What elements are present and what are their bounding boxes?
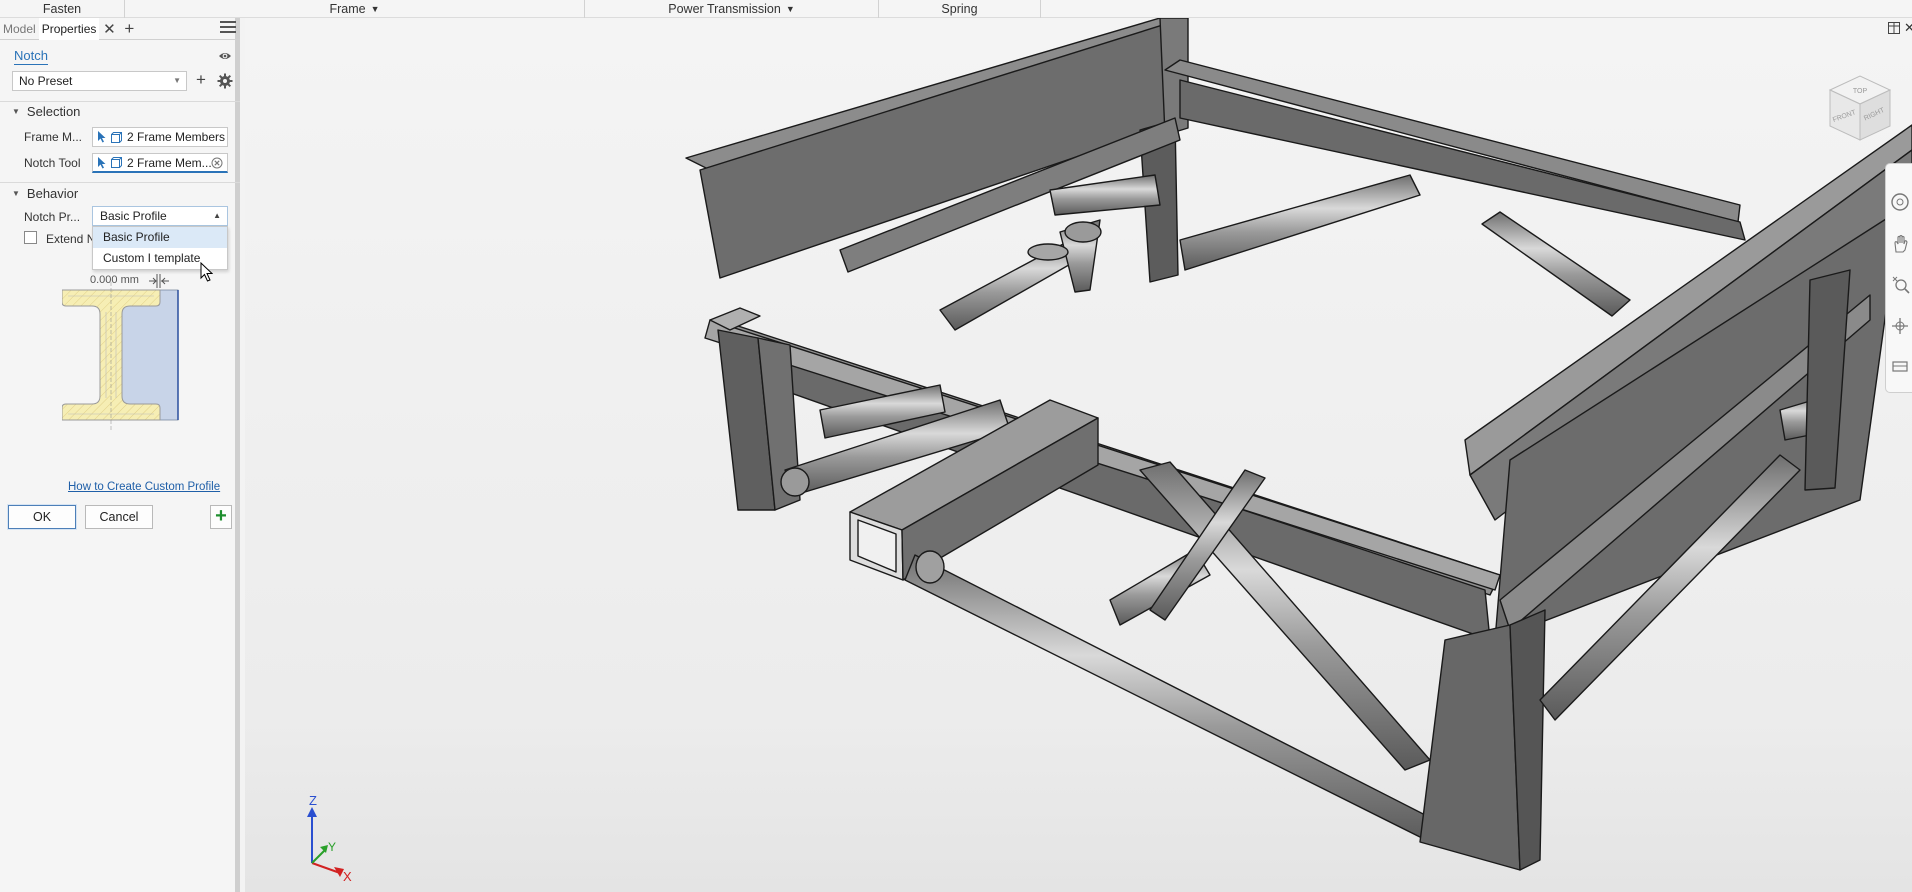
frame-model[interactable] [245,18,1912,892]
notch-profile-dropdown[interactable]: Basic Profile ▲ [92,206,228,226]
orbit-icon[interactable] [1890,316,1910,336]
view-cube-top-label: TOP [1853,88,1868,95]
axis-triad: Z Y X [307,795,352,884]
option-basic-profile[interactable]: Basic Profile [93,227,227,248]
add-preset-icon[interactable]: + [193,71,209,91]
ribbon-group-frame-label: Frame [329,2,366,16]
add-tab-icon[interactable]: + [119,19,139,39]
mouse-cursor-icon [200,262,213,282]
frame-members-selector[interactable]: 2 Frame Members [92,127,228,147]
select-arrow-icon [98,131,106,143]
tab-properties[interactable]: Properties [38,17,100,40]
notch-tool-label: Notch Tool [24,156,81,170]
extend-notch-label: Extend Notch [46,232,92,246]
split-view-icon[interactable] [1888,22,1900,34]
section-selection-label: Selection [26,103,81,119]
close-icon[interactable]: ✕ [99,20,119,38]
steering-wheel-icon[interactable] [1890,192,1910,212]
hamburger-icon[interactable] [220,21,236,35]
chevron-down-icon: ▼ [173,76,181,85]
look-at-icon[interactable] [1890,356,1910,376]
properties-panel: Model Properties ✕ + Notch No Preset ▼ +… [0,17,240,892]
command-name[interactable]: Notch [14,48,48,65]
notch-tool-selector[interactable]: 2 Frame Mem... [92,153,228,173]
frame-members-label: Frame M... [24,130,83,144]
view-cube-icon[interactable]: TOP FRONT RIGHT [1820,68,1900,148]
frame-members-value: 2 Frame Members [127,130,226,144]
chevron-up-icon: ▲ [213,211,221,220]
navigation-bar [1885,163,1912,393]
help-custom-profile-link[interactable]: How to Create Custom Profile [68,481,220,493]
notch-tool-value: 2 Frame Mem... [127,155,212,170]
apply-add-button[interactable]: + [210,505,232,529]
preset-value: No Preset [19,74,73,88]
axis-x-label: X [343,869,352,884]
axis-z-label: Z [309,795,317,808]
frame-cube-icon [111,157,122,168]
ribbon-group-frame[interactable]: Frame ▼ [125,0,585,18]
collapse-triangle-icon: ▼ [12,106,20,116]
notch-profile-preview [62,282,179,430]
collapse-triangle-icon: ▼ [12,188,20,198]
browser-tabs: Model Properties ✕ + [0,17,240,40]
ribbon-group-fasten[interactable]: Fasten [0,0,125,18]
ribbon-group-power-transmission-label: Power Transmission [668,2,781,16]
ribbon: Fasten Frame ▼ Power Transmission ▼ Spri… [0,0,1912,18]
pan-icon[interactable] [1890,234,1910,254]
gear-icon[interactable] [217,73,233,89]
section-behavior-label: Behavior [26,185,79,201]
notch-profile-value: Basic Profile [100,209,167,223]
cancel-button[interactable]: Cancel [85,505,153,529]
eye-icon[interactable] [218,50,232,62]
ribbon-group-spring-label: Spring [941,2,978,16]
select-arrow-icon [98,156,106,168]
chevron-down-icon: ▼ [370,4,380,14]
divider [0,182,240,183]
notch-profile-label: Notch Pr... [24,210,81,224]
tab-model[interactable]: Model [0,18,39,40]
preset-select[interactable]: No Preset ▼ [12,71,187,91]
clear-icon[interactable] [211,157,223,169]
close-icon[interactable]: ✕ [1904,20,1912,36]
chevron-down-icon: ▼ [785,4,795,14]
axis-y-label: Y [328,840,336,854]
zoom-icon[interactable] [1890,274,1910,294]
section-selection[interactable]: ▼ Selection [12,102,80,120]
extend-notch-checkbox[interactable] [24,231,37,244]
ribbon-group-power-transmission[interactable]: Power Transmission ▼ [585,0,879,18]
ribbon-group-fasten-label: Fasten [42,2,82,16]
frame-cube-icon [111,131,122,143]
ok-button[interactable]: OK [7,504,77,530]
section-behavior[interactable]: ▼ Behavior [12,184,78,202]
ribbon-group-spring[interactable]: Spring [879,0,1041,18]
graphics-viewport[interactable]: TOP FRONT RIGHT ✕ Z Y X [245,18,1912,892]
